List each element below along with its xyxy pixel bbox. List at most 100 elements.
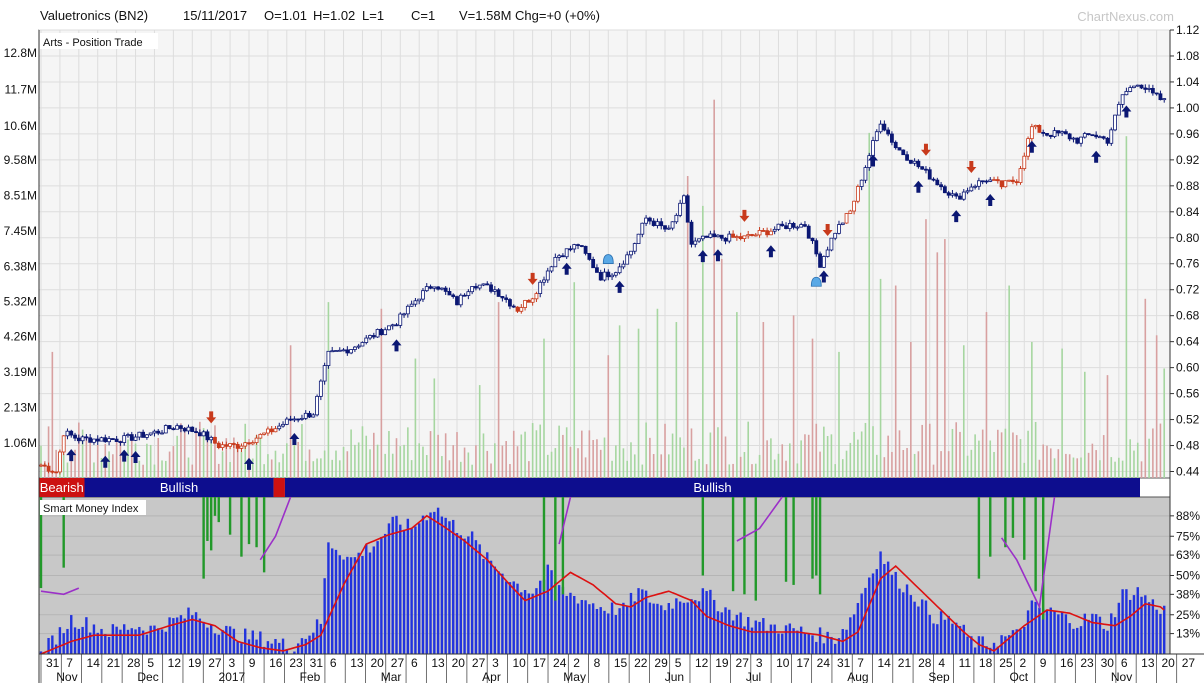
stock-chart[interactable]: Bearish Bullish Bullish Smart Money Index … xyxy=(0,0,1204,683)
candle-body xyxy=(485,283,490,286)
smi-bar xyxy=(535,588,538,654)
month-label: Jun xyxy=(665,670,684,683)
day-label: 6 xyxy=(330,656,337,670)
candle-body xyxy=(602,271,607,281)
candle-body xyxy=(927,169,932,180)
volume-bar xyxy=(664,423,666,478)
candle-body xyxy=(216,442,221,448)
smi-bar xyxy=(228,626,232,654)
smi-bar xyxy=(1030,600,1034,654)
smi-green-bar xyxy=(989,497,992,557)
volume-bar xyxy=(800,440,802,478)
volume-bar xyxy=(962,345,965,478)
volume-bar xyxy=(130,436,133,478)
smi-bar xyxy=(788,623,792,654)
smi-bar xyxy=(799,626,803,654)
volume-bar xyxy=(217,463,220,478)
volume-bar xyxy=(1129,439,1131,478)
candle-body xyxy=(727,233,732,242)
volume-bar xyxy=(728,464,731,478)
day-label: 27 xyxy=(472,656,486,670)
volume-bar xyxy=(403,444,405,478)
smi-bar xyxy=(811,635,814,654)
smi-green-bar xyxy=(228,497,232,535)
smi-bar xyxy=(240,643,243,654)
volume-tick-label: 9.58M xyxy=(4,153,37,167)
volume-bar xyxy=(1155,335,1158,478)
smi-bar xyxy=(123,624,126,654)
volume-bar xyxy=(1099,460,1101,478)
price-tick-label: 0.80 xyxy=(1176,231,1200,245)
volume-bar xyxy=(142,464,144,478)
day-label: 24 xyxy=(553,656,567,670)
smi-bar xyxy=(818,627,822,654)
smi-bar xyxy=(803,633,807,654)
volume-bar xyxy=(236,448,239,478)
smi-bar xyxy=(955,622,958,654)
candle-body xyxy=(1082,133,1087,138)
smi-bar xyxy=(883,563,886,654)
candle-body xyxy=(496,289,501,297)
candle-body xyxy=(387,325,391,331)
volume-bar xyxy=(331,459,334,478)
candle-body xyxy=(746,234,751,237)
smi-bar xyxy=(353,557,357,654)
candle-body xyxy=(462,294,467,297)
candle-body xyxy=(1075,137,1080,144)
volume-bar xyxy=(267,454,269,478)
volume-bar xyxy=(263,464,265,478)
candle-body xyxy=(867,155,872,168)
volume-bar xyxy=(860,431,863,478)
candle-body xyxy=(716,234,720,238)
candle-body xyxy=(946,192,951,196)
smi-bar xyxy=(1064,614,1068,654)
smi-bar xyxy=(607,613,610,654)
candle-body xyxy=(129,434,134,441)
volume-bar xyxy=(940,451,942,478)
volume-bar xyxy=(932,464,935,478)
smi-bar xyxy=(448,521,451,654)
month-label: Apr xyxy=(482,670,501,683)
day-label: 28 xyxy=(127,656,141,670)
candle-body xyxy=(787,223,792,229)
volume-bar xyxy=(354,444,356,478)
volume-bar xyxy=(713,99,715,478)
price-tick-label: 0.64 xyxy=(1176,335,1200,349)
candle-body xyxy=(583,245,588,254)
month-label: May xyxy=(563,670,586,683)
volume-bar xyxy=(1076,458,1079,478)
smi-bar xyxy=(482,558,485,654)
volume-bar xyxy=(531,423,534,478)
candle-body xyxy=(318,380,323,397)
volume-bar xyxy=(467,452,470,478)
volume-bar xyxy=(146,443,148,478)
smi-bar xyxy=(66,628,69,654)
volume-bar xyxy=(1087,452,1090,478)
smi-bar xyxy=(104,634,107,654)
volume-bar xyxy=(1038,459,1041,478)
day-label: 2 xyxy=(573,656,580,670)
volume-bar xyxy=(875,454,878,478)
trend-band: Bearish Bullish Bullish xyxy=(39,478,1140,497)
candle-body xyxy=(780,223,785,227)
smi-bar xyxy=(656,603,659,654)
smi-bar xyxy=(902,592,905,654)
candle-body xyxy=(564,248,569,258)
candle-body xyxy=(458,294,463,306)
volume-bar xyxy=(645,422,647,478)
candle-body xyxy=(186,426,191,432)
candle-body xyxy=(674,214,679,223)
volume-bar xyxy=(841,459,844,478)
smi-bar xyxy=(501,573,504,654)
smi-bar xyxy=(470,531,474,654)
volume-bar xyxy=(649,437,651,478)
smi-tick-label: 75% xyxy=(1176,529,1200,543)
smi-bar xyxy=(565,595,568,654)
smi-bar xyxy=(920,599,924,654)
smi-bar xyxy=(622,602,625,654)
month-label: Mar xyxy=(381,670,402,683)
price-tick-label: 0.44 xyxy=(1176,465,1200,479)
smi-bar xyxy=(815,641,818,654)
smi-bar xyxy=(690,599,693,654)
candle-body xyxy=(534,293,539,300)
